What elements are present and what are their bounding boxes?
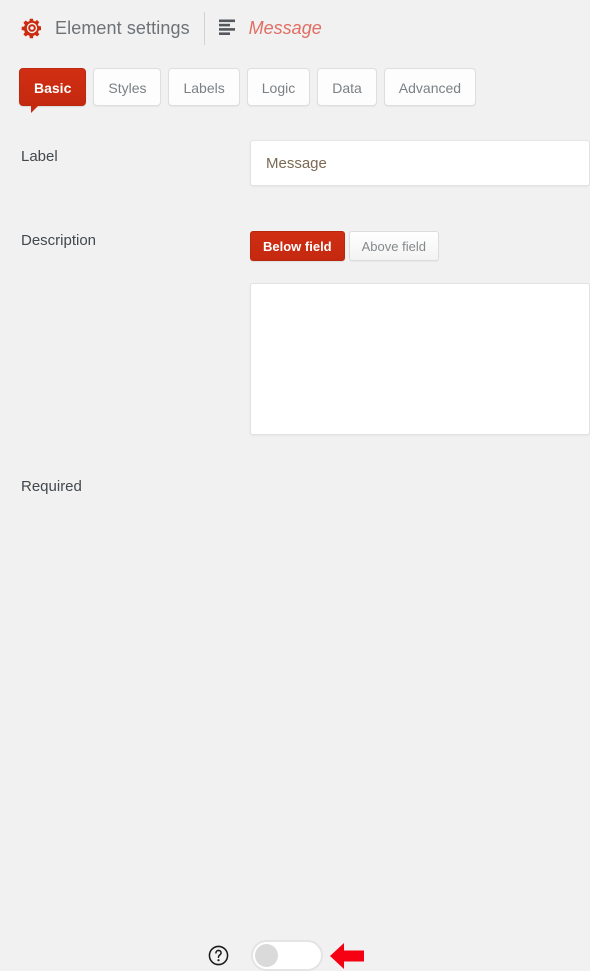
page-title: Element settings: [55, 17, 190, 38]
tab-styles[interactable]: Styles: [93, 68, 162, 106]
above-field-button[interactable]: Above field: [348, 231, 439, 261]
tab-advanced-label: Advanced: [398, 80, 462, 96]
tab-labels[interactable]: Labels: [168, 68, 240, 106]
header-divider: [203, 11, 205, 45]
label-field-caption: Label: [21, 148, 58, 165]
description-field-caption: Description: [21, 232, 97, 249]
below-field-label: Below field: [263, 239, 332, 254]
tab-data[interactable]: Data: [317, 68, 377, 106]
above-field-label: Above field: [361, 239, 426, 254]
settings-tabs: Basic Styles Labels Logic Data Advanced: [19, 68, 483, 113]
gear-icon: [21, 18, 41, 39]
description-field-row: Description Below field Above field: [0, 226, 590, 436]
below-field-button[interactable]: Below field: [250, 231, 345, 261]
tab-labels-label: Labels: [183, 80, 225, 96]
tab-basic[interactable]: Basic: [19, 68, 87, 113]
question-mark-circle-icon[interactable]: [208, 945, 229, 966]
required-field-row: Required: [0, 470, 590, 971]
settings-header: Element settings Message: [0, 0, 590, 56]
description-position-segmented-control: Below field Above field: [250, 231, 439, 261]
label-field-row: Label: [0, 140, 590, 200]
label-input[interactable]: [250, 140, 590, 186]
tab-data-label: Data: [332, 80, 362, 96]
tab-basic-label: Basic: [34, 80, 72, 96]
tab-advanced[interactable]: Advanced: [383, 68, 477, 106]
tab-logic[interactable]: Logic: [246, 68, 311, 106]
tab-logic-label: Logic: [261, 80, 296, 96]
element-name: Message: [248, 17, 322, 38]
required-toggle-knob: [255, 944, 278, 967]
required-field-caption: Required: [21, 478, 82, 495]
description-textarea[interactable]: [250, 283, 590, 435]
required-toggle[interactable]: [251, 940, 323, 971]
red-left-pointing-arrow: [330, 943, 364, 969]
text-align-icon: [218, 19, 235, 35]
tab-styles-label: Styles: [108, 80, 147, 96]
